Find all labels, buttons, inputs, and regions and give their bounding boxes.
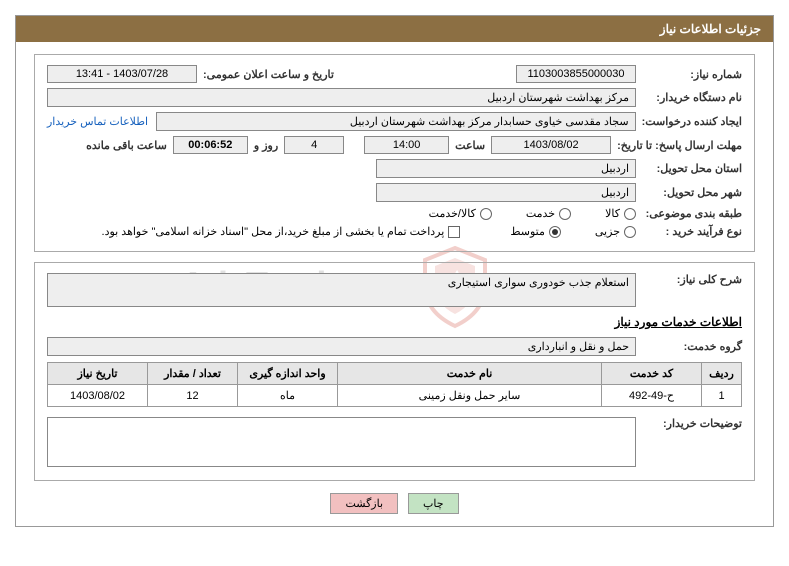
city-label: شهر محل تحویل: [642,186,742,199]
radio-motavaset-label: متوسط [510,225,545,238]
remaining-timer: 00:06:52 [173,136,248,154]
radio-jozei[interactable]: جزیی [595,225,636,238]
deadline-label: مهلت ارسال پاسخ: تا تاریخ: [617,139,742,152]
radio-kala[interactable]: کالا [605,207,636,220]
need-desc-label: شرح کلی نیاز: [642,273,742,286]
deadline-time: 14:00 [364,136,449,154]
th-name: نام خدمت [338,363,602,385]
remaining-days: 4 [284,136,344,154]
announce-value: 1403/07/28 - 13:41 [47,65,197,83]
remaining-label: ساعت باقی مانده [86,139,167,152]
cell-date: 1403/08/02 [48,385,148,407]
radio-kala-khedmat-label: کالا/خدمت [429,207,476,220]
th-date: تاریخ نیاز [48,363,148,385]
need-desc-value: استعلام جذب خودوری سواری استیجاری [47,273,636,307]
table-row: 1 ح-49-492 سایر حمل ونقل زمینی ماه 12 14… [48,385,742,407]
main-info-block: شماره نیاز: 1103003855000030 تاریخ و ساع… [34,54,755,252]
radio-kala-khedmat[interactable]: کالا/خدمت [429,207,492,220]
province-value: اردبیل [376,159,636,178]
cell-unit: ماه [238,385,338,407]
subject-cat-label: طبقه بندی موضوعی: [642,207,742,220]
cell-qty: 12 [148,385,238,407]
contact-link[interactable]: اطلاعات تماس خریدار [47,115,148,128]
buyer-notes-box [47,417,636,467]
radio-jozei-label: جزیی [595,225,620,238]
buyer-org-label: نام دستگاه خریدار: [642,91,742,104]
radio-motavaset[interactable]: متوسط [510,225,561,238]
announce-label: تاریخ و ساعت اعلان عمومی: [203,68,334,81]
print-button[interactable]: چاپ [408,493,459,514]
th-unit: واحد اندازه گیری [238,363,338,385]
need-no-value: 1103003855000030 [516,65,636,83]
radio-khedmat-label: خدمت [526,207,555,220]
time-label: ساعت [455,139,485,152]
back-button[interactable]: بازگشت [330,493,398,514]
cell-code: ح-49-492 [602,385,702,407]
buyer-notes-label: توضیحات خریدار: [642,417,742,430]
city-value: اردبیل [376,183,636,202]
services-table: ردیف کد خدمت نام خدمت واحد اندازه گیری ت… [47,362,742,407]
need-no-label: شماره نیاز: [642,68,742,81]
province-label: استان محل تحویل: [642,162,742,175]
purchase-type-label: نوع فرآیند خرید : [642,225,742,238]
treasury-checkbox-label: پرداخت تمام یا بخشی از مبلغ خرید،از محل … [102,225,445,238]
days-and-label: روز و [254,139,278,152]
requester-label: ایجاد کننده درخواست: [642,115,742,128]
requester-value: سجاد مقدسی خیاوی حسابدار مرکز بهداشت شهر… [156,112,636,131]
cell-name: سایر حمل ونقل زمینی [338,385,602,407]
radio-icon [480,208,492,220]
radio-icon [549,226,561,238]
radio-kala-label: کالا [605,207,620,220]
radio-icon [559,208,571,220]
treasury-checkbox[interactable]: پرداخت تمام یا بخشی از مبلغ خرید،از محل … [102,225,461,238]
radio-icon [624,208,636,220]
purchase-type-group: جزیی متوسط [480,225,636,238]
description-block: شرح کلی نیاز: استعلام جذب خودوری سواری ا… [34,262,755,481]
checkbox-icon [448,226,460,238]
cell-row: 1 [702,385,742,407]
details-panel: جزئیات اطلاعات نیاز شماره نیاز: 11030038… [15,15,774,527]
service-info-header: اطلاعات خدمات مورد نیاز [47,315,742,329]
subject-cat-group: کالا خدمت کالا/خدمت [399,207,636,220]
buyer-org-value: مرکز بهداشت شهرستان اردبیل [47,88,636,107]
th-code: کد خدمت [602,363,702,385]
th-qty: تعداد / مقدار [148,363,238,385]
service-group-label: گروه خدمت: [642,340,742,353]
panel-title: جزئیات اطلاعات نیاز [16,16,773,42]
radio-icon [624,226,636,238]
radio-khedmat[interactable]: خدمت [526,207,571,220]
button-bar: چاپ بازگشت [34,493,755,514]
deadline-date: 1403/08/02 [491,136,611,154]
th-row: ردیف [702,363,742,385]
service-group-value: حمل و نقل و انبارداری [47,337,636,356]
